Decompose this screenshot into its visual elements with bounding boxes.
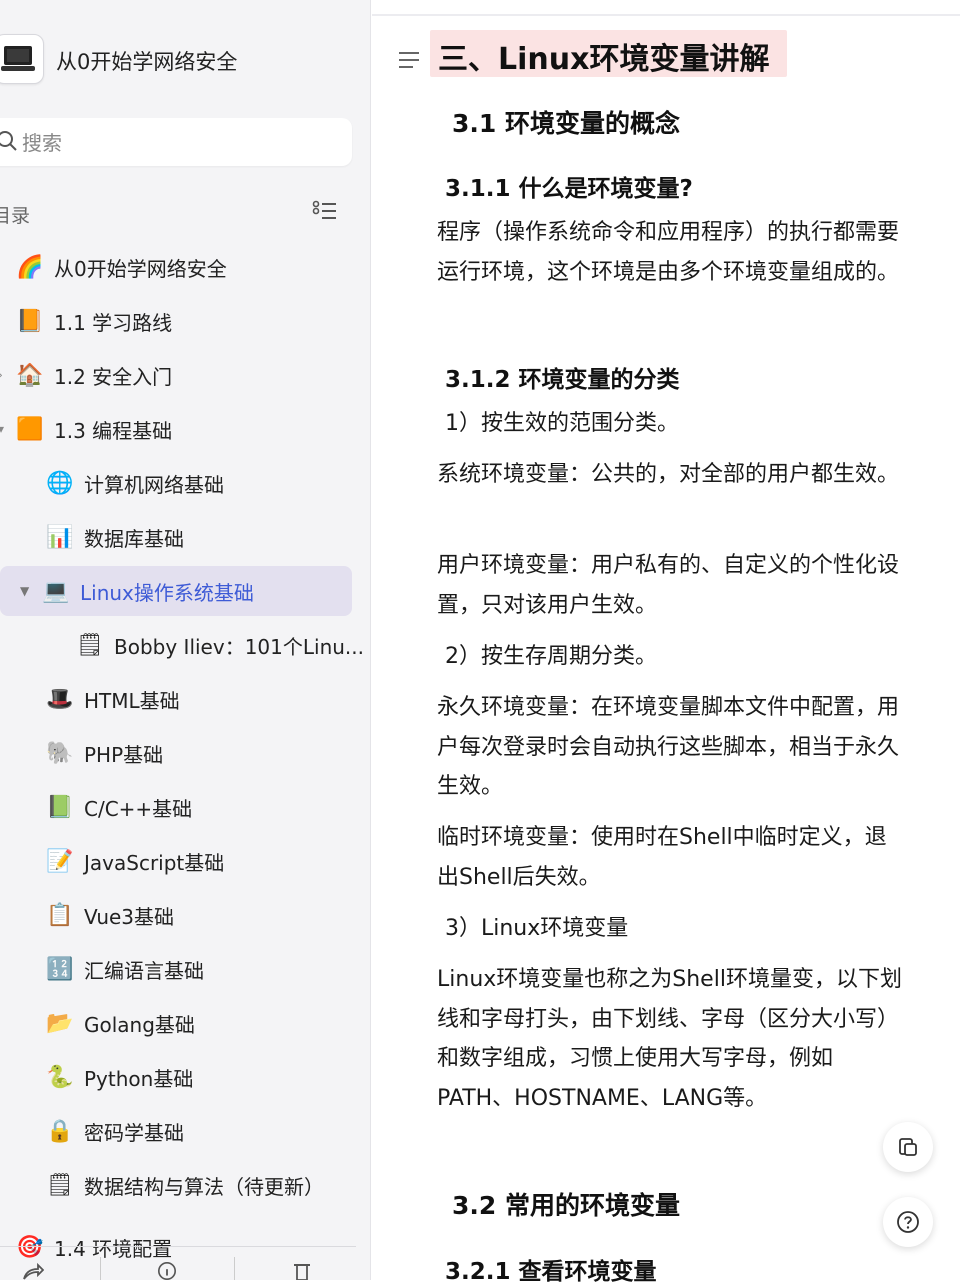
help-button[interactable] (883, 1197, 933, 1247)
question-icon (897, 1211, 919, 1233)
nav-item-1-3[interactable]: 🟧 1.3 编程基础 (16, 404, 172, 454)
globe-icon: 🌐 (46, 470, 74, 496)
toc-header: 目录 (0, 195, 360, 229)
nav-item-label: Vue3基础 (84, 904, 175, 929)
paragraph: Linux环境变量也称之为Shell环境量变，以下划线和字母打头，由下划线、字母… (437, 967, 902, 1111)
bar-chart-icon: 📊 (46, 524, 74, 550)
search-input[interactable] (20, 128, 324, 158)
section-heading-3-2: 3.2 常用的环境变量 (452, 1191, 680, 1220)
green-book-icon: 📗 (46, 794, 74, 820)
nav-item-javascript[interactable]: 📝 JavaScript基础 (46, 836, 224, 886)
nav-item-label: HTML基础 (84, 688, 180, 713)
share-icon[interactable] (22, 1261, 44, 1280)
list-collapse-icon[interactable] (312, 199, 338, 223)
nav-item-label: 从0开始学网络安全 (54, 256, 227, 281)
document-icon: 🗒 (46, 1172, 74, 1198)
nav-item-assembly[interactable]: 🔢 汇编语言基础 (46, 944, 204, 994)
toc-title: 目录 (0, 205, 31, 227)
nav-item-label: 数据库基础 (84, 526, 184, 551)
section-heading-3-1-1: 3.1.1 什么是环境变量? (445, 176, 693, 202)
search-icon (0, 131, 17, 151)
nav-item-label: C/C++基础 (84, 796, 193, 821)
paragraph: 系统环境变量：公共的，对全部的用户都生效。 (437, 462, 900, 487)
nav-item-label: 1.1 学习路线 (54, 310, 173, 335)
app-logo[interactable] (0, 34, 44, 84)
nav-item-1-2[interactable]: 🏠 1.2 安全入门 (16, 350, 172, 400)
blue-grid-icon: 🔢 (46, 956, 74, 982)
outline-menu-icon[interactable] (397, 50, 421, 70)
laptop-icon (1, 46, 35, 71)
nav-item-label: JavaScript基础 (84, 850, 225, 875)
memo-icon: 📝 (46, 848, 74, 874)
nav-item-golang[interactable]: 📂 Golang基础 (46, 998, 195, 1048)
divider (234, 1257, 235, 1280)
nav-item-label: 数据结构与算法（待更新） (84, 1174, 324, 1199)
content-top-divider (372, 14, 960, 16)
nav-item-c-cpp[interactable]: 📗 C/C++基础 (46, 782, 192, 832)
nav-item-label: 1.2 安全入门 (54, 364, 173, 389)
paragraph: 程序（操作系统命令和应用程序）的执行都需要运行环境，这个环境是由多个环境变量组成… (437, 220, 900, 285)
nav-item-bobby-iliev[interactable]: 🗒 Bobby Iliev：101个Linu... (76, 620, 364, 670)
divider (100, 1257, 101, 1280)
app-title: 从0开始学网络安全 (56, 50, 238, 74)
nav-item-database[interactable]: 📊 数据库基础 (46, 512, 184, 562)
purple-home-icon: 🏠 (16, 362, 44, 388)
elephant-icon: 🐘 (46, 740, 74, 766)
nav-item-label: Bobby Iliev：101个Linu... (114, 634, 364, 659)
document-icon: 🗒 (76, 632, 104, 658)
nav-item-home[interactable]: 🌈 从0开始学网络安全 (16, 242, 227, 292)
nav-item-label: PHP基础 (84, 742, 164, 767)
nav-item-label: Golang基础 (84, 1012, 195, 1037)
nav-item-php[interactable]: 🐘 PHP基础 (46, 728, 163, 778)
copy-document-icon (899, 1138, 917, 1156)
search-box[interactable] (0, 118, 352, 166)
info-icon[interactable] (156, 1261, 178, 1280)
nav-item-label: 汇编语言基础 (84, 958, 204, 983)
nav-item-label: 1.3 编程基础 (54, 418, 173, 443)
heading-highlight: 三、Linux环境变量讲解 (430, 30, 787, 77)
section-heading-3-2-1: 3.2.1 查看环境变量 (445, 1259, 657, 1285)
section-heading-3-1: 3.1 环境变量的概念 (452, 109, 680, 138)
nav-item-python[interactable]: 🐍 Python基础 (46, 1052, 193, 1102)
paragraph: 1）按生效的范围分类。 (445, 411, 679, 436)
section-heading-3-1-2: 3.1.2 环境变量的分类 (445, 367, 680, 393)
top-hat-icon: 🎩 (46, 686, 74, 712)
nav-item-label: Linux操作系统基础 (80, 580, 254, 605)
nav-item-crypto[interactable]: 🔒 密码学基础 (46, 1106, 184, 1156)
trash-icon[interactable] (292, 1261, 312, 1280)
article-heading-1: 三、Linux环境变量讲解 (438, 42, 770, 77)
paragraph: 临时环境变量：使用时在Shell中临时定义，退出Shell后失效。 (437, 825, 887, 890)
nav-item-label: Python基础 (84, 1066, 194, 1091)
sidebar-bottom-toolbar (0, 1246, 356, 1280)
paragraph: 永久环境变量：在环境变量脚本文件中配置，用户每次登录时会自动执行这些脚本，相当于… (437, 695, 900, 799)
clipboard-icon: 📋 (46, 902, 74, 928)
app-header: 从0开始学网络安全 (0, 30, 370, 90)
nav-item-label: 计算机网络基础 (84, 472, 224, 497)
laptop-icon: 💻 (42, 578, 70, 604)
paragraph: 用户环境变量：用户私有的、自定义的个性化设置，只对该用户生效。 (437, 553, 900, 618)
nav-item-1-1[interactable]: 📙 1.1 学习路线 (16, 296, 172, 346)
paragraph: 3）Linux环境变量 (445, 916, 629, 941)
nav-item-label: 密码学基础 (84, 1120, 184, 1145)
nav-item-linux[interactable]: ▼ 💻 Linux操作系统基础 (0, 566, 352, 616)
paragraph: 2）按生存周期分类。 (445, 644, 657, 669)
rainbow-icon: 🌈 (16, 254, 44, 280)
lock-icon: 🔒 (46, 1118, 74, 1144)
sidebar: 从0开始学网络安全 目录 🌈 从0开始学网络安全 📙 1.1 学习路线 (0, 0, 371, 1280)
orange-book-icon: 📙 (16, 308, 44, 334)
snake-icon: 🐍 (46, 1064, 74, 1090)
nav-item-html[interactable]: 🎩 HTML基础 (46, 674, 180, 724)
chevron-right-icon[interactable]: › (0, 368, 3, 382)
chevron-down-icon[interactable]: ▾ (0, 422, 4, 436)
orange-folder-icon: 🟧 (16, 416, 44, 442)
nav-item-data-structures[interactable]: 🗒 数据结构与算法（待更新） (46, 1160, 324, 1210)
chevron-down-icon[interactable]: ▼ (20, 584, 42, 598)
copy-doc-button[interactable] (883, 1122, 933, 1172)
folder-icon: 📂 (46, 1010, 74, 1036)
nav-item-vue3[interactable]: 📋 Vue3基础 (46, 890, 174, 940)
nav-item-network[interactable]: 🌐 计算机网络基础 (46, 458, 224, 508)
